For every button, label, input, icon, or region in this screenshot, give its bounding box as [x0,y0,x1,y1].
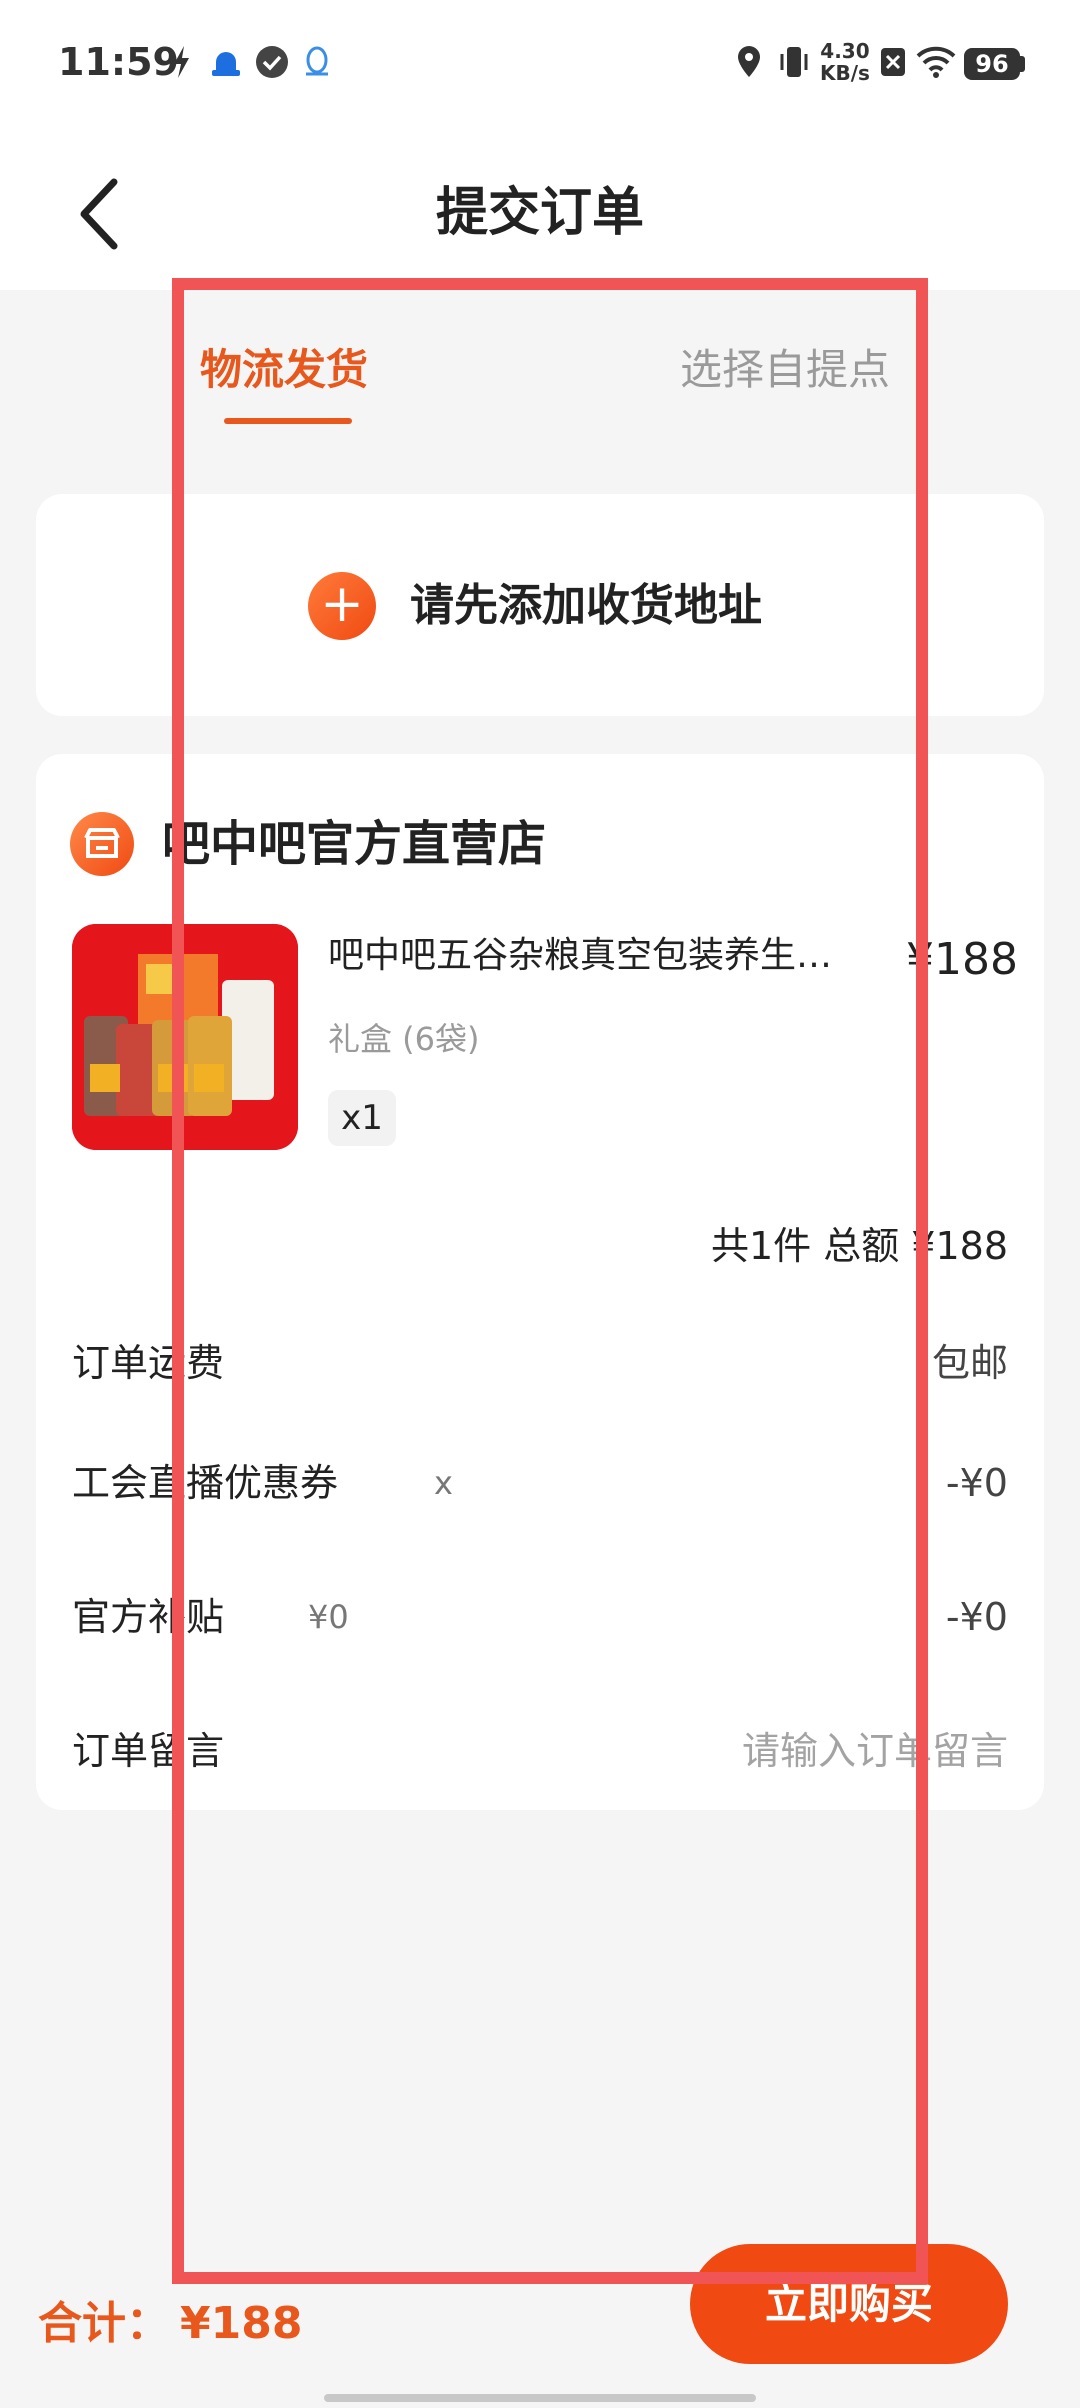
coupon-row[interactable]: 工会直播优惠券 x -¥0 [72,1448,1008,1518]
product-title[interactable]: 吧中吧五谷杂粮真空包装养生… [328,926,888,986]
status-bar: 11:59 4.30 KB/s 96 [0,0,1080,130]
header: 提交订单 [0,130,1080,290]
app-notification-icon [208,44,244,84]
shipping-fee-row: 订单运费 包邮 [72,1328,1008,1398]
vibrate-icon [776,44,812,84]
shipping-fee-value: 包邮 [931,1341,1008,1385]
coupon-label: 工会直播优惠券 [72,1461,339,1505]
tab-active-indicator [224,418,352,424]
total-label: 合计： [38,2298,170,2349]
order-note-input[interactable]: 请输入订单留言 [742,1716,1008,1786]
coupon-value: -¥0 [945,1461,1008,1505]
battery-tip [1020,56,1025,72]
check-circle-icon [254,44,290,84]
coupon-close-icon[interactable]: x [434,1448,453,1518]
total-value: ¥188 [180,2298,303,2349]
add-address-card[interactable]: + 请先添加收货地址 [36,494,1044,716]
subsidy-amount: ¥0 [308,1598,349,1636]
location-icon [736,44,762,84]
order-note-label: 订单留言 [72,1729,225,1773]
order-note-row: 订单留言 请输入订单留言 [72,1716,1008,1786]
status-time: 11:59 [58,40,179,84]
shipping-fee-label: 订单运费 [72,1341,225,1385]
delivery-tabs: 物流发货 选择自提点 [0,330,1080,440]
battery-indicator: 96 [964,48,1020,80]
plus-icon: + [308,572,376,640]
buy-now-button[interactable]: 立即购买 [690,2244,1008,2364]
tab-pickup-point[interactable]: 选择自提点 [680,330,890,410]
subsidy-row: 官方补贴 ¥0 -¥0 [72,1582,1008,1652]
network-speed: 4.30 KB/s [820,40,870,84]
home-indicator[interactable] [324,2394,756,2402]
add-address-label: 请先添加收货地址 [410,580,762,631]
network-speed-value: 4.30 [820,39,870,63]
network-speed-unit: KB/s [820,61,870,85]
order-card: 吧中吧官方直营店 吧中吧五谷杂粮真空包装养生… ¥188 礼盒 (6袋) x1 … [36,754,1044,1810]
product-price: ¥188 [906,934,1018,985]
shop-icon [70,812,134,876]
quantity-badge: x1 [328,1090,396,1146]
product-image[interactable] [72,924,298,1150]
subsidy-label: 官方补贴 [72,1595,225,1639]
product-spec: 礼盒 (6袋) [328,1020,480,1058]
wifi-icon [916,44,956,84]
bottom-bar: 合计： ¥188 立即购买 [0,2220,1080,2408]
subsidy-value: -¥0 [945,1595,1008,1639]
flash-charge-icon [170,44,192,84]
qq-icon [300,44,334,84]
order-summary: 共1件 总额 ¥188 [710,1224,1008,1268]
shop-name[interactable]: 吧中吧官方直营店 [162,806,546,882]
page-title: 提交订单 [435,183,644,243]
tab-logistics[interactable]: 物流发货 [200,330,368,410]
no-sim-icon [880,44,906,84]
